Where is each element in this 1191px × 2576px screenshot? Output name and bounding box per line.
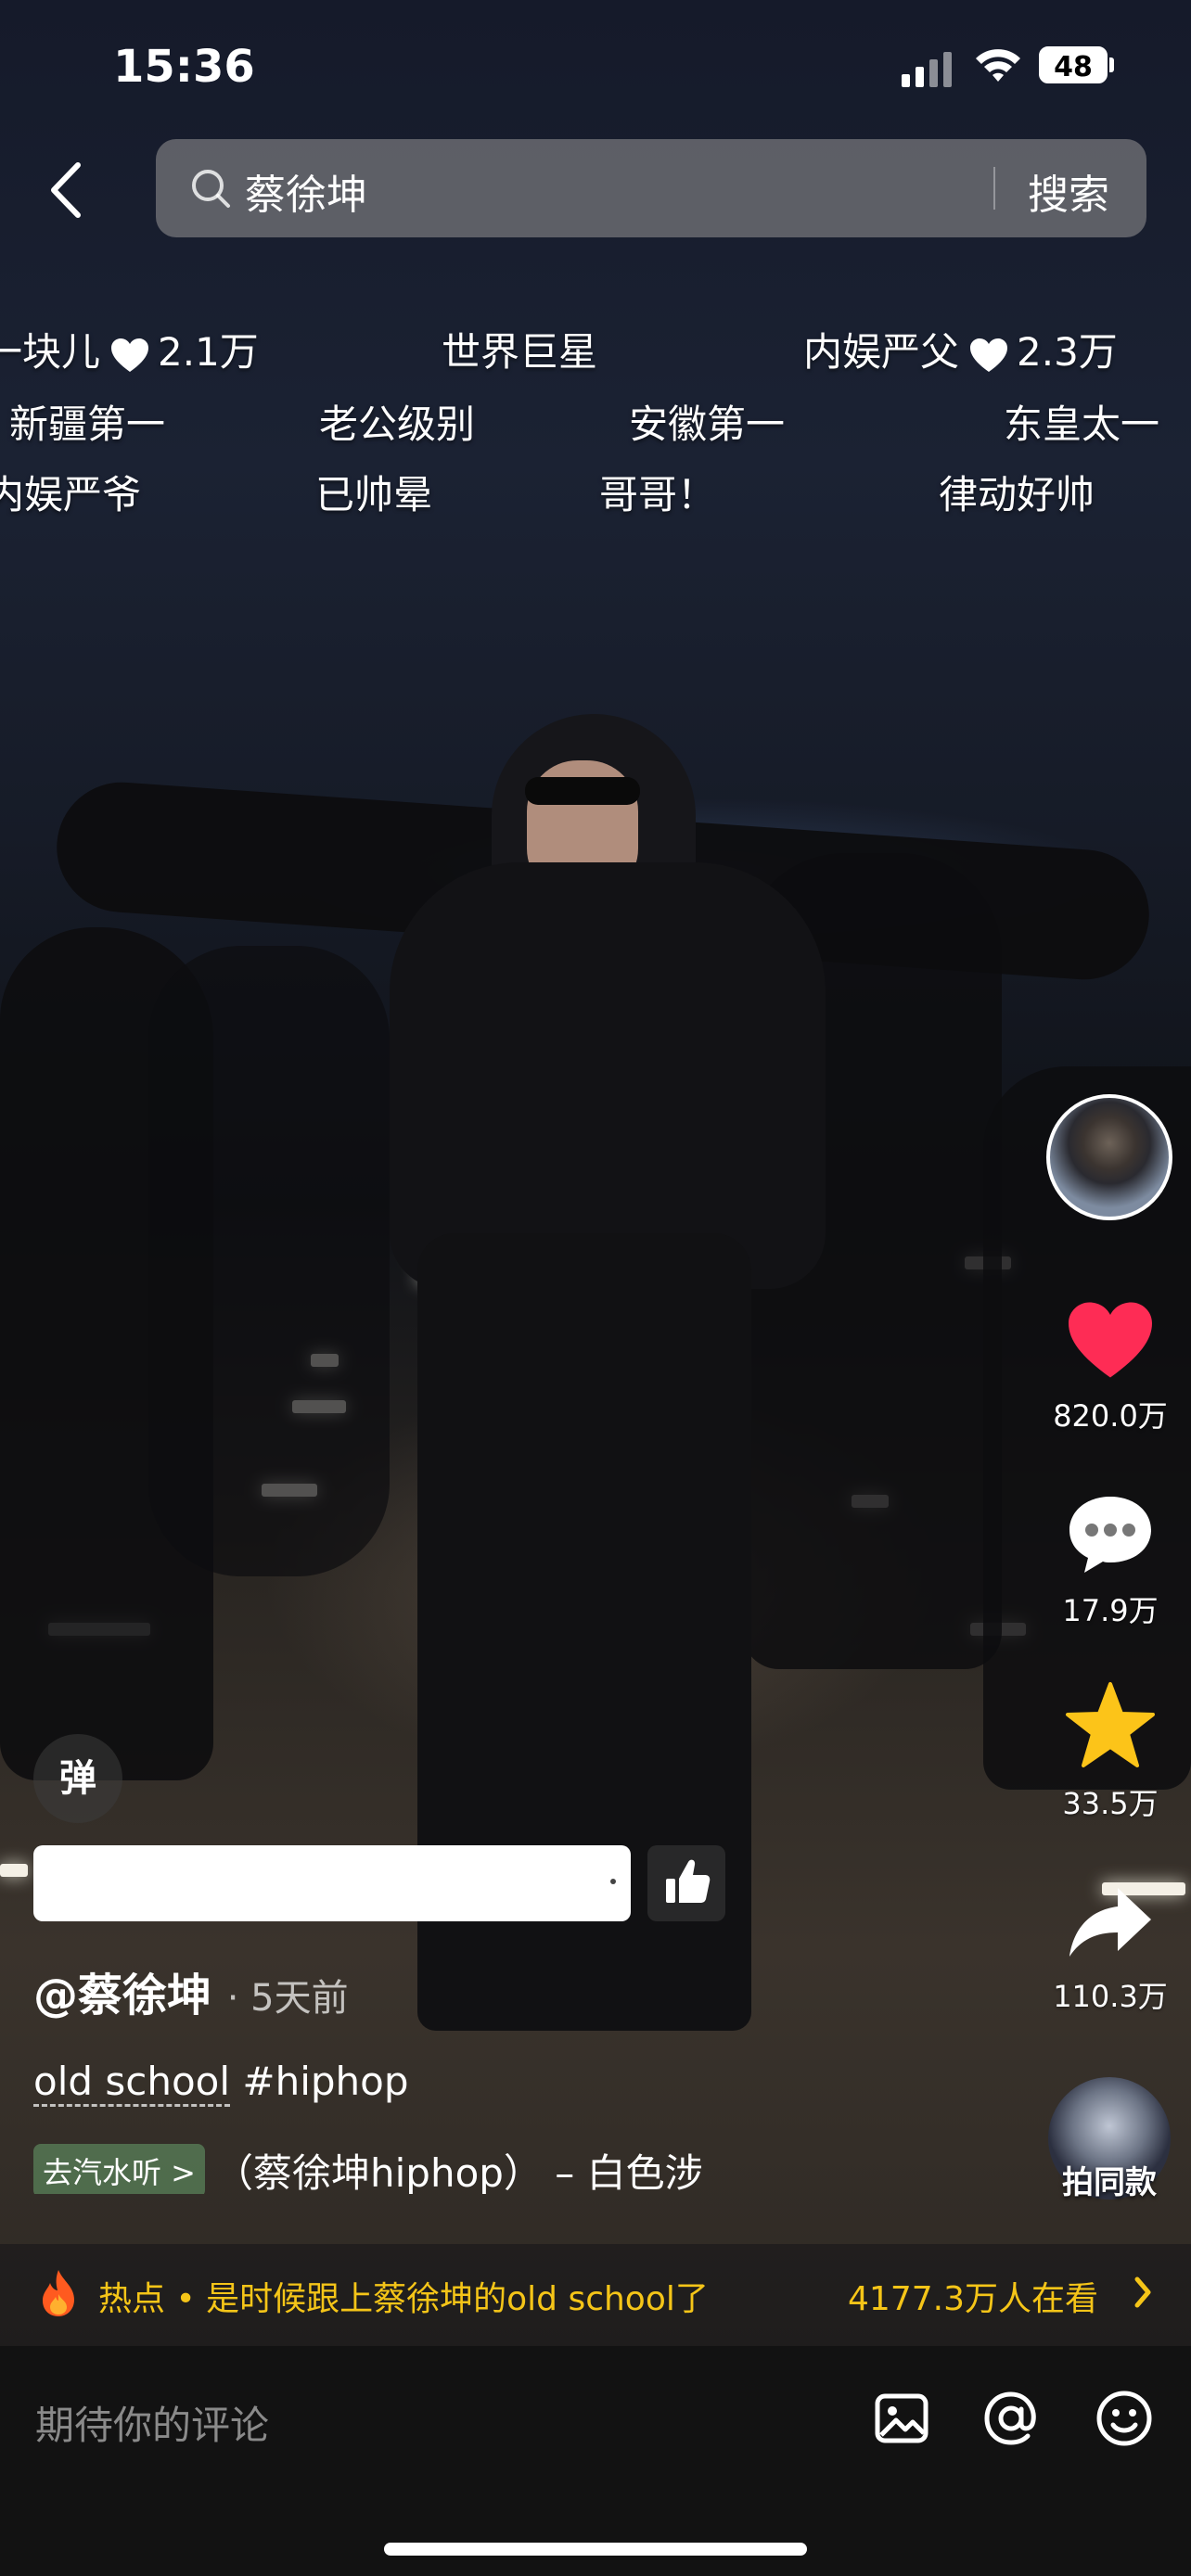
caption-hashtag[interactable]: #hiphop: [230, 2059, 408, 2104]
danmaku-toggle-button[interactable]: 弹: [33, 1734, 122, 1823]
comment-bar: 期待你的评论: [0, 2346, 1191, 2576]
search-bar[interactable]: 蔡徐坤 搜索: [156, 139, 1146, 237]
favorite-count: 33.5万: [1062, 1786, 1159, 1821]
comment-count: 17.9万: [1062, 1593, 1159, 1628]
star-icon: [1066, 1682, 1155, 1767]
like-button[interactable]: 820.0万: [1041, 1298, 1180, 1435]
input-dot: [610, 1879, 616, 1884]
battery-icon: 48: [1039, 46, 1108, 83]
image-icon[interactable]: [872, 2389, 931, 2448]
music-row[interactable]: 去汽水听 > （蔡徐坤hiphop） – 白色涉: [33, 2142, 701, 2194]
search-input[interactable]: 蔡徐坤: [245, 161, 367, 221]
danmaku-comment[interactable]: 内娱严父 2.3万: [803, 321, 1118, 377]
share-arrow-icon: [1069, 1888, 1151, 1957]
like-count: 820.0万: [1053, 1398, 1168, 1434]
chevron-right-icon: [1134, 2276, 1151, 2308]
search-icon: [192, 170, 230, 208]
heart-icon: [970, 338, 1008, 372]
author-line: @蔡徐坤 · 5天前: [33, 1958, 349, 2023]
danmaku-comment[interactable]: 世界巨星: [442, 321, 597, 377]
danmaku-comment[interactable]: 新疆第一: [9, 393, 165, 450]
back-arrow-icon[interactable]: [37, 158, 93, 223]
main-dancer-body: [390, 862, 826, 1289]
caption-keyword[interactable]: old school: [33, 2059, 231, 2107]
floor-light: [0, 1864, 28, 1877]
share-button[interactable]: 110.3万: [1041, 1882, 1180, 2016]
music-app-chip[interactable]: 去汽水听 >: [33, 2143, 205, 2194]
status-bar: 15:36 48: [0, 0, 1191, 130]
thumbs-up-icon: [666, 1859, 711, 1903]
search-button[interactable]: 搜索: [1028, 161, 1109, 221]
hot-viewer-count: 4177.3万人在看: [848, 2280, 1098, 2318]
search-divider: [993, 167, 995, 210]
music-title[interactable]: （蔡徐坤hiphop） – 白色涉: [214, 2142, 701, 2194]
danmaku-comment[interactable]: 已帅晕: [315, 464, 432, 520]
thumbs-up-button[interactable]: [647, 1845, 725, 1921]
home-indicator[interactable]: [384, 2543, 807, 2556]
danmaku-comment[interactable]: 一块儿 2.1万: [0, 321, 259, 377]
danmaku-comment[interactable]: 内娱严爷: [0, 464, 141, 520]
mention-icon[interactable]: [981, 2389, 1041, 2448]
comment-bubble-icon: [1069, 1497, 1151, 1573]
heart-icon: [111, 338, 149, 372]
author-name[interactable]: @蔡徐坤: [33, 1970, 211, 2021]
share-count: 110.3万: [1053, 1979, 1168, 2014]
same-style-label[interactable]: 拍同款: [1043, 2157, 1176, 2202]
cellular-signal-icon: [902, 52, 952, 87]
dancer-left-back: [148, 946, 390, 1576]
author-avatar[interactable]: [1046, 1094, 1172, 1220]
post-caption: old school #hiphop: [33, 2059, 409, 2107]
danmaku-comment[interactable]: 安徽第一: [629, 393, 785, 450]
hot-topic-text: 热点 • 是时候跟上蔡徐坤的old school了: [98, 2280, 709, 2318]
favorite-button[interactable]: 33.5万: [1041, 1680, 1180, 1823]
post-time: · 5天前: [226, 1977, 349, 2020]
danmaku-comment[interactable]: 老公级别: [319, 393, 475, 450]
fire-icon: [43, 2270, 74, 2316]
danmaku-comment[interactable]: 东皇太一: [1004, 393, 1159, 450]
battery-tip: [1109, 57, 1114, 72]
comment-button[interactable]: 17.9万: [1041, 1491, 1180, 1630]
emoji-icon[interactable]: [1095, 2389, 1154, 2448]
comment-input[interactable]: 期待你的评论: [35, 2394, 269, 2451]
danmaku-comment[interactable]: 律动好帅: [939, 464, 1095, 520]
danmaku-input[interactable]: [33, 1845, 631, 1921]
heart-icon: [1069, 1302, 1152, 1378]
danmaku-comment[interactable]: 哥哥！: [599, 464, 716, 520]
wifi-icon: [976, 49, 1020, 82]
status-time: 15:36: [113, 41, 255, 93]
hot-topic-bar[interactable]: 热点 • 是时候跟上蔡徐坤的old school了 4177.3万人在看: [0, 2244, 1191, 2346]
main-dancer-sunglasses: [525, 777, 640, 805]
